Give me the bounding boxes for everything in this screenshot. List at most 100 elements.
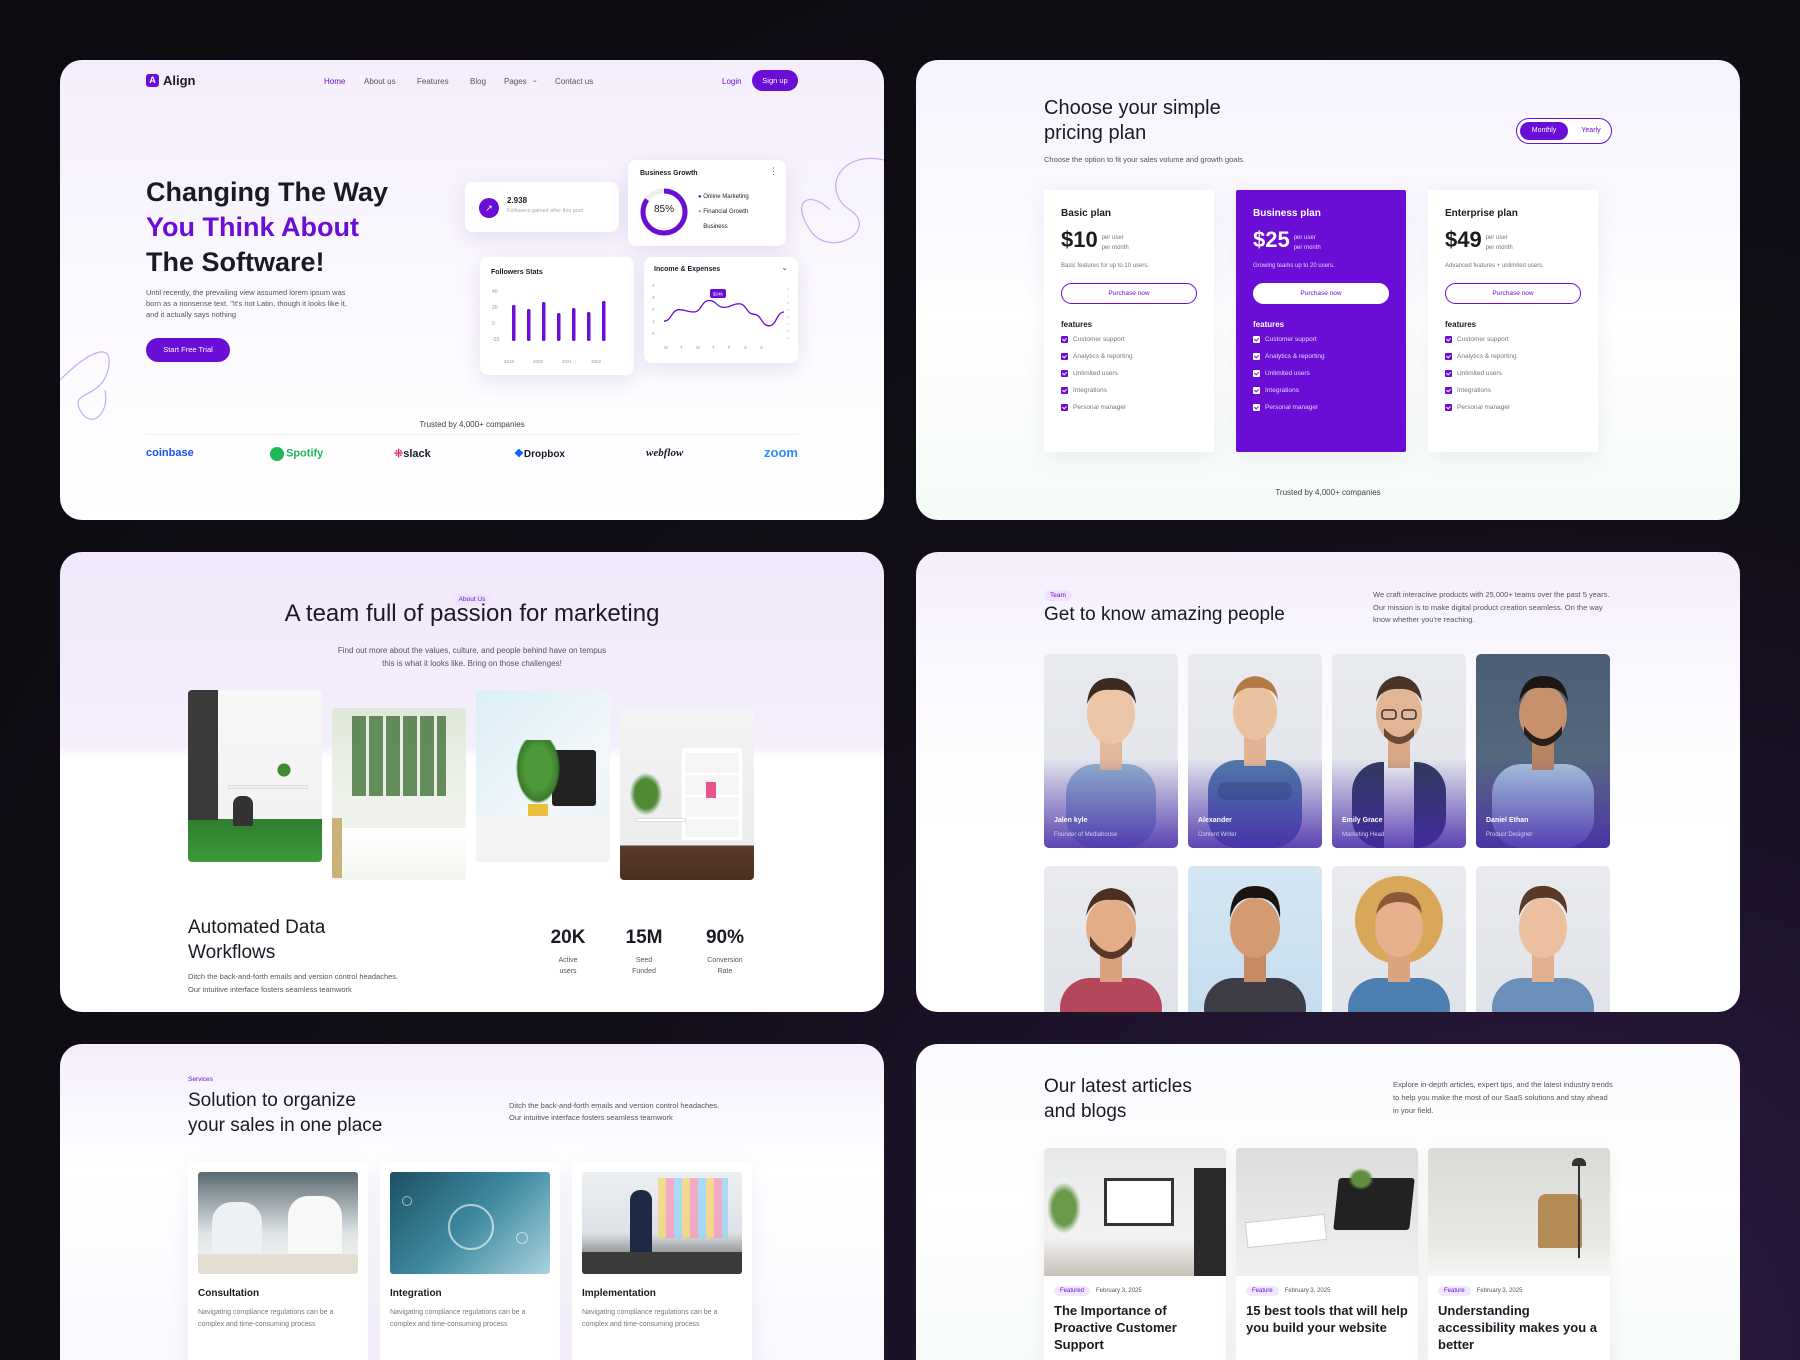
blog-description: Explore in-depth articles, expert tips, … [1393,1080,1613,1115]
stat-label: Followers gained after this post [507,208,584,214]
signup-button[interactable]: Sign up [752,70,798,91]
plant [276,756,292,784]
blog-tag: Feature [1246,1286,1279,1296]
feature-label: Unlimited users [1073,370,1118,377]
dot-decoration [787,302,789,304]
feature-label: Customer support [1265,336,1317,343]
service-card[interactable]: Consultation Navigating compliance regul… [188,1162,368,1360]
nav-home[interactable]: Home [324,77,345,86]
blog-post-card[interactable]: Feature February 3, 2025 15 best tools th… [1236,1148,1418,1360]
x-tick-label: W [696,345,701,350]
nav-pages[interactable]: Pages [504,77,527,86]
notebook [1244,1213,1328,1249]
chair [233,796,253,826]
blog-post-card[interactable]: Featured February 3, 2025 The Importance … [1044,1148,1226,1360]
blog-post-card[interactable]: Feature February 3, 2025 Understanding ac… [1428,1148,1610,1360]
chevron-down-icon[interactable]: ⌄ [781,263,788,272]
team-member-card[interactable]: Daniel Ethan Product Designer [1476,654,1610,848]
plan-per-month: per month [1101,245,1129,251]
plant [1044,1178,1084,1238]
team-member-card[interactable] [1044,866,1178,1012]
nav-features[interactable]: Features [417,77,449,86]
feature-list: Customer support Analytics & reporting U… [1445,336,1581,411]
nav-contact[interactable]: Contact us [555,77,593,86]
checkbox-icon [1061,370,1068,377]
blog-title-line1: Our latest articles [1044,1076,1192,1097]
purchase-button[interactable]: Purchase now [1061,283,1197,304]
checkbox-icon [1253,336,1260,343]
desk [636,818,686,822]
follower-bar [512,305,516,341]
growth-percent: 85% [653,204,674,215]
plan-per: per user per month [1294,233,1321,253]
team-member-card[interactable]: Emily Grace Marketing Head [1332,654,1466,848]
legend-business: Business [703,224,728,230]
member-role: Content Writer [1198,832,1237,838]
service-description: Navigating compliance regulations can be… [582,1309,718,1328]
trusted-text: Trusted by 4,000+ companies [419,420,525,429]
hero-title-line2: You Think About [146,212,359,242]
hero-card: A Align Home About us Features Blog Page… [60,60,884,520]
team-member-card[interactable]: Jalen kyle Founder of Mediahouse [1044,654,1178,848]
business-growth-title: Business Growth [640,170,698,177]
plan-per-user: per user [1293,235,1316,241]
team-member-card[interactable] [1476,866,1610,1012]
more-options-icon[interactable]: ⋮ [769,166,778,177]
spotify-logo: Spotify [270,447,323,461]
chevron-down-icon: ⌄ [532,77,538,84]
nav-blog[interactable]: Blog [470,77,486,86]
about-card: About Us A team full of passion for mark… [60,552,884,1012]
team-member-card[interactable] [1188,866,1322,1012]
toggle-monthly[interactable]: Monthly [1520,122,1568,140]
checkbox-icon [1061,387,1068,394]
income-expenses-title: Income & Expenses [654,266,721,273]
spotify-icon [270,447,284,461]
follower-bar [602,301,606,341]
member-photo [1060,888,1162,1012]
service-title: Implementation [582,1288,656,1299]
purchase-button[interactable]: Purchase now [1445,283,1581,304]
stat-label-line1: Seed [635,957,653,964]
office-photo-2 [332,708,466,880]
team-member-card[interactable] [1332,866,1466,1012]
brand-logo[interactable]: A Align [146,73,196,88]
member-name: Alexander [1198,817,1232,824]
login-link[interactable]: Login [722,77,742,86]
feature-label: Personal manager [1073,404,1127,411]
start-trial-button[interactable]: Start Free Trial [146,338,230,362]
blog-meta: Feature February 3, 2025 [1438,1286,1600,1296]
x-tick-label: 2020 [533,359,544,364]
about-title: A team full of passion for marketing [284,600,660,627]
service-card[interactable]: Implementation Navigating compliance reg… [572,1162,752,1360]
dot-decoration [787,330,789,332]
services-tag: Services [188,1076,213,1083]
feature-label: Analytics & reporting [1073,353,1133,360]
nav-about[interactable]: About us [364,77,396,86]
purchase-button[interactable]: Purchase now [1253,283,1389,304]
stat-value: 90% [705,927,745,948]
desk-surface [476,816,610,862]
workflows-description: Ditch the back-and-forth emails and vers… [188,970,398,996]
feature-label: Personal manager [1265,404,1319,411]
x-tick-label: 2022 [591,359,602,364]
dot-decoration [787,309,789,311]
y-tick-label: 3 [652,295,655,300]
coinbase-logo: coinbase [146,447,194,459]
team-description: We craft interactive products with 25,00… [1373,590,1610,624]
pricing-card: Choose your simple pricing plan Choose t… [916,60,1740,520]
feature-item: Analytics & reporting [1445,353,1581,360]
stat-label-line1: Conversion [707,957,743,964]
workflows-desc-line2: Our intuitive interface fosters seamless… [188,985,352,994]
toggle-yearly[interactable]: Yearly [1573,122,1609,140]
legend-financial-growth: Financial Growth [703,209,749,215]
workflows-desc-line1: Ditch the back-and-forth emails and vers… [188,972,399,981]
decorative-curve-right [801,157,884,244]
dropbox-icon: ❖ [514,448,524,460]
services-desc-line1: Ditch the back-and-forth emails and vers… [509,1101,720,1110]
team-member-card[interactable]: Alexander Content Writer [1188,654,1322,848]
features-heading: features [1061,320,1093,329]
plant [626,768,666,820]
checkbox-icon [1445,370,1452,377]
service-card[interactable]: Integration Navigating compliance regula… [380,1162,560,1360]
services-description: Ditch the back-and-forth emails and vers… [509,1100,719,1124]
